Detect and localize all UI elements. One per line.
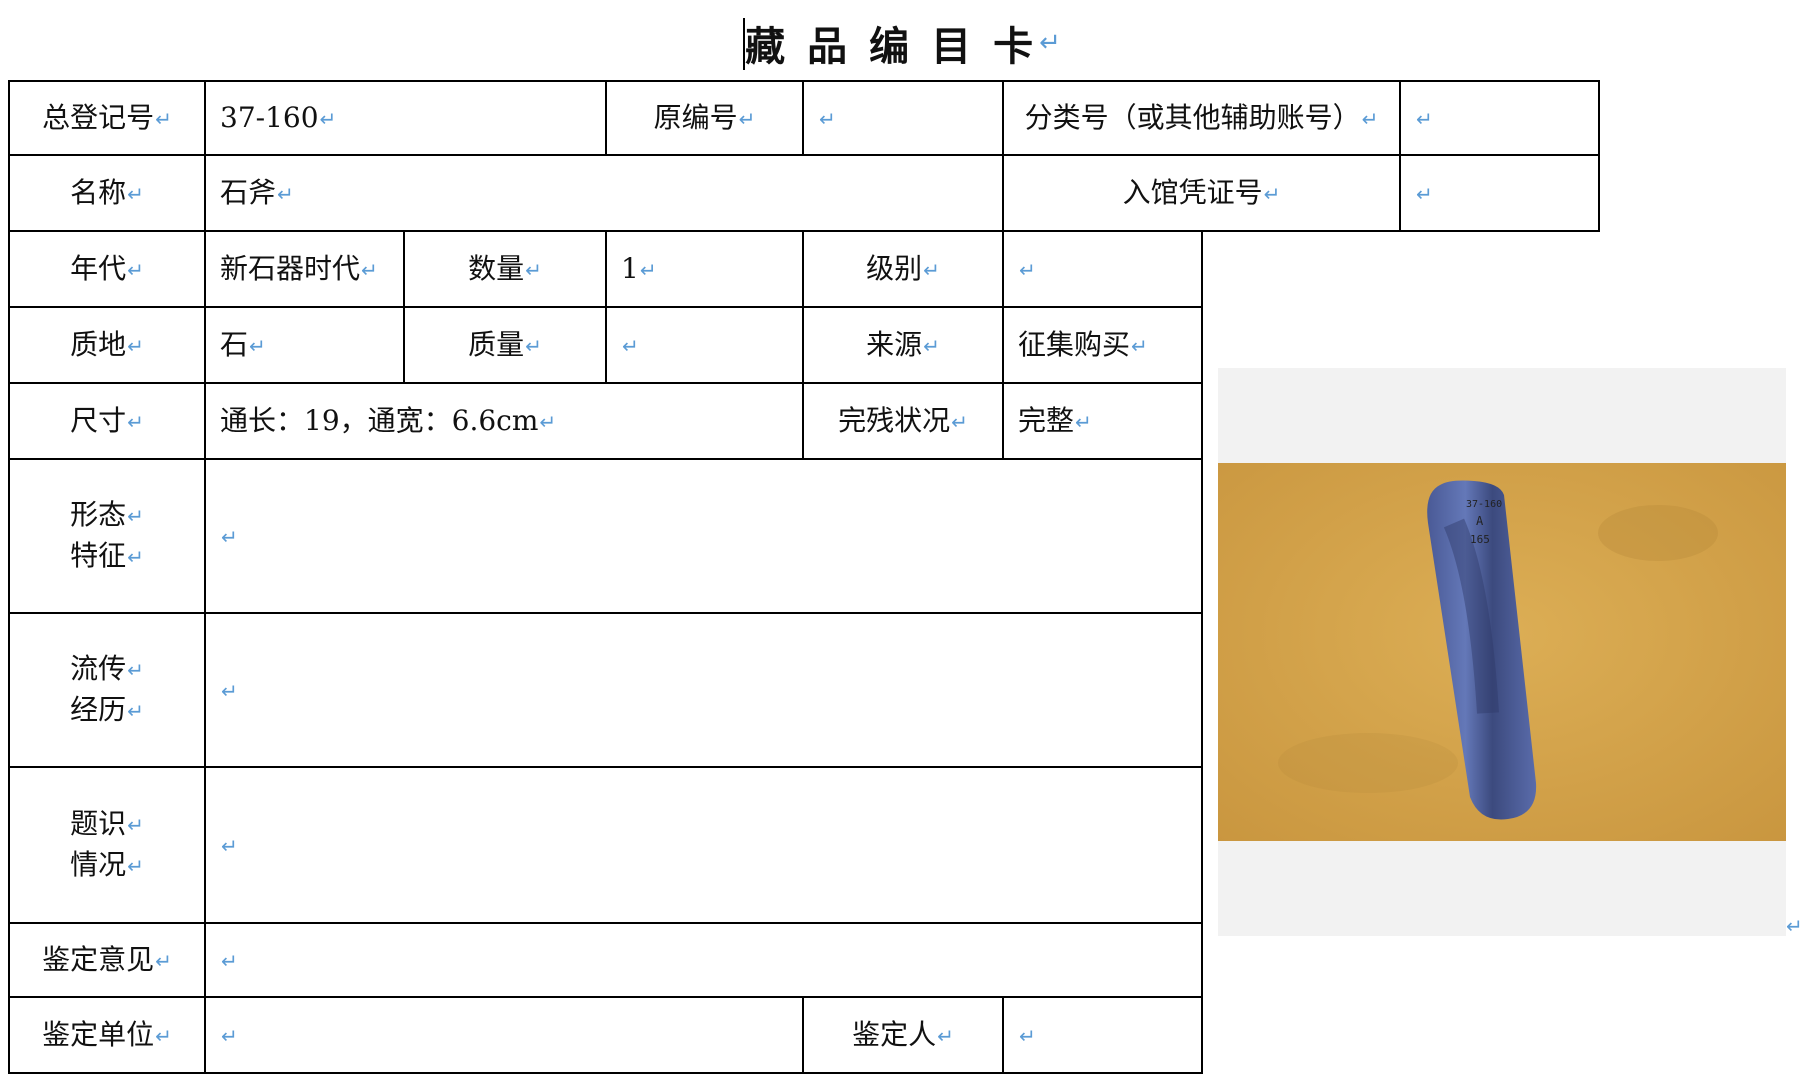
inscription-value[interactable]: ↵ — [204, 766, 1203, 924]
voucher-number-value[interactable]: ↵ — [1399, 154, 1600, 232]
table-row: 年代↵ 新石器时代↵ 数量↵ 1↵ 级别↵ ↵ — [8, 230, 1599, 1073]
orig-number-label: 原编号↵ — [605, 80, 804, 156]
condition-value[interactable]: 完整↵ — [1002, 382, 1203, 460]
paragraph-mark-icon: ↵ — [1786, 914, 1803, 938]
paragraph-mark-icon: ↵ — [127, 699, 144, 723]
paragraph-mark-icon: ↵ — [155, 1023, 172, 1048]
specimen-label-line-2: A — [1476, 514, 1484, 528]
paragraph-mark-icon: ↵ — [221, 524, 238, 549]
paragraph-mark-icon: ↵ — [1361, 106, 1379, 131]
paragraph-mark-icon: ↵ — [127, 854, 144, 878]
paragraph-mark-icon: ↵ — [361, 257, 378, 282]
paragraph-mark-icon: ↵ — [923, 257, 940, 282]
size-value[interactable]: 通长：19，通宽：6.6cm↵ — [204, 382, 804, 460]
mass-label: 质量↵ — [403, 306, 607, 384]
paragraph-mark-icon: ↵ — [923, 333, 940, 358]
paragraph-mark-icon: ↵ — [1075, 409, 1092, 434]
card-title-text: 藏品编目卡 — [745, 23, 1056, 70]
paragraph-mark-icon: ↵ — [127, 504, 144, 528]
stone-axe-photo: 37-160 A 165 — [1218, 463, 1786, 841]
appraiser-value[interactable]: ↵ — [1002, 996, 1203, 1074]
specimen-label-line-3: 165 — [1470, 533, 1490, 546]
paragraph-mark-icon: ↵ — [221, 948, 238, 973]
paragraph-mark-icon: ↵ — [1019, 1023, 1036, 1048]
paragraph-mark-icon: ↵ — [127, 409, 144, 434]
paragraph-mark-icon: ↵ — [221, 678, 238, 703]
appraisal-opinion-value[interactable]: ↵ — [204, 922, 1203, 998]
paragraph-mark-icon: ↵ — [127, 813, 144, 837]
reg-number-value[interactable]: 37-160↵ — [204, 80, 607, 156]
grade-value[interactable]: ↵ — [1002, 230, 1203, 308]
appraiser-label: 鉴定人↵ — [802, 996, 1004, 1074]
class-number-label: 分类号（或其他辅助账号）↵ — [1002, 80, 1401, 156]
era-value[interactable]: 新石器时代↵ — [204, 230, 405, 308]
material-value[interactable]: 石↵ — [204, 306, 405, 384]
provenance-value[interactable]: ↵ — [204, 612, 1203, 768]
appraisal-unit-label: 鉴定单位↵ — [8, 996, 206, 1074]
condition-label: 完残状况↵ — [802, 382, 1004, 460]
paragraph-mark-icon: ↵ — [277, 181, 294, 206]
grade-label: 级别↵ — [802, 230, 1004, 308]
artifact-photo-frame: 37-160 A 165 — [1218, 368, 1786, 936]
form-features-label: 形态↵ 特征↵ — [8, 458, 206, 614]
paragraph-mark-icon: ↵ — [539, 409, 557, 434]
card-title: 藏品编目卡 ↵ — [0, 8, 1806, 78]
table-row: 总登记号↵ 37-160↵ 原编号↵ ↵ 分类号（或其他辅助账号）↵ ↵ — [8, 80, 1600, 156]
era-label: 年代↵ — [8, 230, 206, 308]
paragraph-mark-icon: ↵ — [1416, 106, 1433, 131]
text-cursor — [743, 18, 746, 70]
source-label: 来源↵ — [802, 306, 1004, 384]
paragraph-mark-icon: ↵ — [1131, 333, 1148, 358]
form-features-value[interactable]: ↵ — [204, 458, 1203, 614]
paragraph-mark-icon: ↵ — [937, 1023, 954, 1048]
paragraph-mark-icon: ↵ — [221, 1023, 238, 1048]
paragraph-mark-icon: ↵ — [127, 257, 144, 282]
paragraph-mark-icon: ↵ — [639, 257, 657, 282]
paragraph-mark-icon: ↵ — [155, 106, 172, 131]
name-label: 名称↵ — [8, 154, 206, 232]
appraisal-opinion-label: 鉴定意见↵ — [8, 922, 206, 998]
source-value[interactable]: 征集购买↵ — [1002, 306, 1203, 384]
mass-value[interactable]: ↵ — [605, 306, 804, 384]
quantity-value[interactable]: 1↵ — [605, 230, 804, 308]
appraisal-unit-value[interactable]: ↵ — [204, 996, 804, 1074]
paragraph-mark-icon: ↵ — [951, 409, 968, 434]
paragraph-mark-icon: ↵ — [622, 333, 639, 358]
orig-number-value[interactable]: ↵ — [802, 80, 1004, 156]
paragraph-mark-icon: ↵ — [319, 106, 337, 131]
paragraph-mark-icon: ↵ — [127, 333, 144, 358]
reg-number-label: 总登记号↵ — [8, 80, 206, 156]
paragraph-mark-icon: ↵ — [127, 545, 144, 569]
paragraph-mark-icon: ↵ — [249, 333, 266, 358]
paragraph-mark-icon: ↵ — [1416, 181, 1433, 206]
quantity-label: 数量↵ — [403, 230, 607, 308]
paragraph-mark-icon: ↵ — [1019, 257, 1036, 282]
paragraph-mark-icon: ↵ — [738, 106, 756, 131]
paragraph-mark-icon: ↵ — [221, 833, 238, 858]
name-value[interactable]: 石斧↵ — [204, 154, 1004, 232]
paragraph-mark-icon: ↵ — [819, 106, 836, 131]
voucher-number-label: 入馆凭证号↵ — [1002, 154, 1401, 232]
class-number-value[interactable]: ↵ — [1399, 80, 1600, 156]
paragraph-mark-icon: ↵ — [1263, 181, 1281, 206]
paragraph-mark-icon: ↵ — [155, 948, 172, 973]
paragraph-mark-icon: ↵ — [1039, 28, 1061, 58]
table-row: 名称↵ 石斧↵ 入馆凭证号↵ ↵ — [8, 154, 1600, 232]
paragraph-mark-icon: ↵ — [127, 181, 144, 206]
specimen-label-line-1: 37-160 — [1466, 499, 1502, 510]
paragraph-mark-icon: ↵ — [525, 257, 542, 282]
paragraph-mark-icon: ↵ — [127, 658, 144, 682]
inscription-label: 题识↵ 情况↵ — [8, 766, 206, 924]
provenance-label: 流传↵ 经历↵ — [8, 612, 206, 768]
paragraph-mark-icon: ↵ — [525, 333, 542, 358]
size-label: 尺寸↵ — [8, 382, 206, 460]
material-label: 质地↵ — [8, 306, 206, 384]
